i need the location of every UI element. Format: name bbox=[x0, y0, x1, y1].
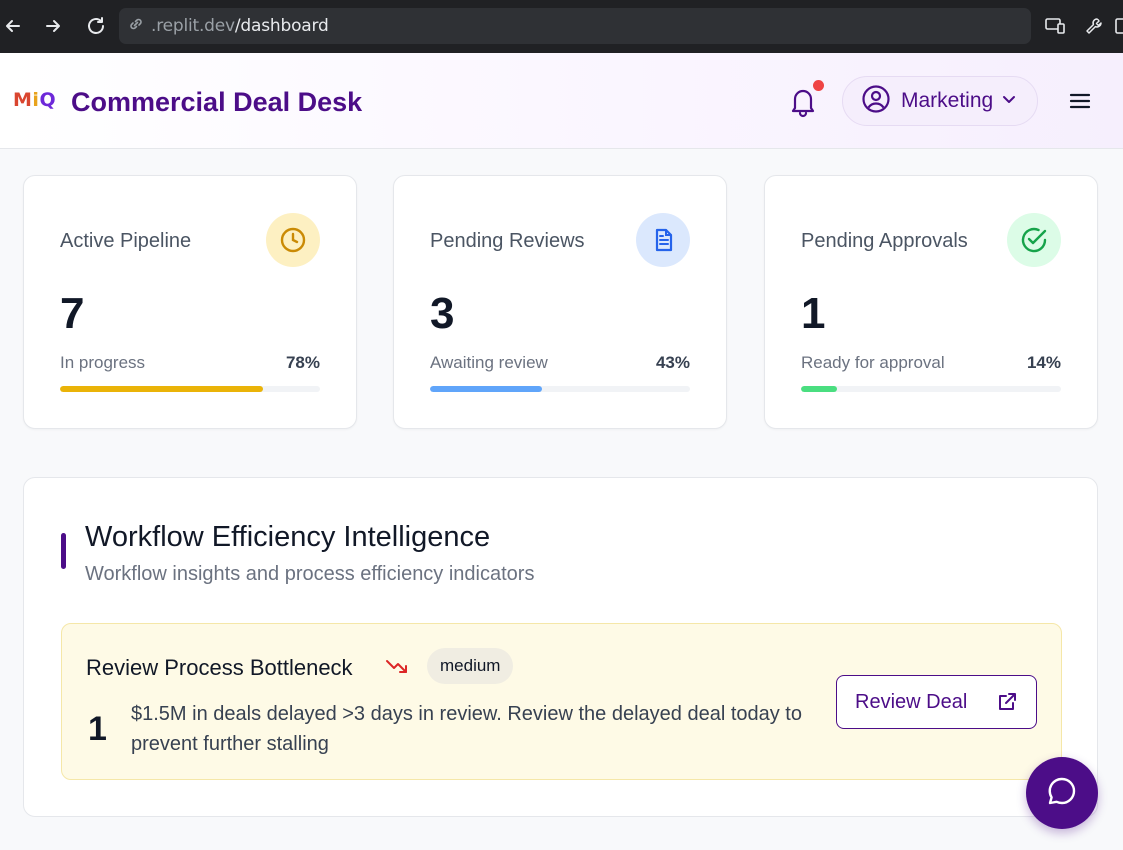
app-title: Commercial Deal Desk bbox=[71, 87, 363, 117]
progress-fill bbox=[60, 386, 263, 392]
check-circle-icon bbox=[1007, 213, 1061, 267]
trending-down-icon bbox=[385, 656, 409, 676]
severity-badge: medium bbox=[427, 648, 514, 684]
review-deal-button[interactable]: Review Deal bbox=[836, 675, 1037, 729]
clock-icon bbox=[266, 213, 320, 267]
review-deal-label: Review Deal bbox=[855, 690, 968, 713]
notification-badge bbox=[813, 80, 824, 91]
progress-track bbox=[60, 386, 320, 392]
reload-icon[interactable] bbox=[83, 13, 109, 39]
logo-letter-m: M bbox=[13, 89, 33, 111]
url-path: /dashboard bbox=[234, 16, 329, 36]
alert-message: $1.5M in deals delayed >3 days in review… bbox=[131, 703, 802, 755]
external-link-icon bbox=[996, 691, 1018, 713]
chat-bubble-icon bbox=[1045, 774, 1079, 813]
chat-button[interactable] bbox=[1026, 757, 1098, 829]
alert-title: Review Process Bottleneck bbox=[86, 655, 353, 680]
stat-percent: 14% bbox=[1026, 353, 1061, 372]
stat-card-pending-approvals[interactable]: Pending Approvals 1 Ready for approval 1… bbox=[764, 175, 1098, 429]
stat-percent: 43% bbox=[655, 353, 690, 372]
section-subtitle: Workflow insights and process efficiency… bbox=[85, 563, 535, 585]
menu-icon[interactable] bbox=[1068, 90, 1092, 112]
stat-percent: 78% bbox=[285, 353, 320, 372]
user-circle-icon bbox=[861, 84, 891, 119]
link-icon bbox=[127, 15, 145, 38]
workflow-efficiency-panel: Workflow Efficiency Intelligence Workflo… bbox=[23, 477, 1098, 817]
stat-subtitle: Ready for approval bbox=[801, 353, 945, 372]
progress-fill bbox=[801, 386, 838, 392]
section-accent-bar bbox=[61, 533, 66, 569]
stat-label: Active Pipeline bbox=[60, 230, 192, 252]
wrench-icon[interactable] bbox=[1081, 13, 1107, 39]
url-host: .replit.dev bbox=[151, 16, 235, 36]
role-label: Marketing bbox=[901, 89, 994, 112]
stat-value: 7 bbox=[60, 289, 85, 338]
stat-card-pending-reviews[interactable]: Pending Reviews 3 Awaiting review 43% bbox=[393, 175, 727, 429]
role-selector[interactable]: Marketing bbox=[842, 76, 1038, 126]
stat-value: 1 bbox=[801, 289, 826, 338]
stat-label: Pending Reviews bbox=[430, 230, 585, 252]
document-icon bbox=[636, 213, 690, 267]
stat-value: 3 bbox=[430, 289, 455, 338]
bottleneck-alert-card: Review Process Bottleneck medium 1 $1.5M… bbox=[61, 623, 1062, 780]
stat-card-active-pipeline[interactable]: Active Pipeline 7 In progress 78% bbox=[23, 175, 357, 429]
back-icon[interactable] bbox=[0, 13, 26, 39]
miq-logo[interactable]: MiQ bbox=[13, 89, 56, 111]
stat-label: Pending Approvals bbox=[801, 230, 968, 252]
url-text: .replit.dev/dashboard bbox=[151, 16, 329, 36]
address-bar[interactable]: .replit.dev/dashboard bbox=[119, 8, 1031, 44]
progress-track bbox=[430, 386, 690, 392]
forward-icon[interactable] bbox=[40, 13, 66, 39]
app-header: MiQ Commercial Deal Desk Marketing bbox=[0, 53, 1123, 149]
progress-track bbox=[801, 386, 1061, 392]
logo-letter-q: Q bbox=[39, 89, 57, 111]
stat-subtitle: In progress bbox=[60, 353, 146, 372]
section-title: Workflow Efficiency Intelligence bbox=[85, 521, 491, 553]
stat-subtitle: Awaiting review bbox=[430, 353, 548, 372]
progress-fill bbox=[430, 386, 542, 392]
alert-count: 1 bbox=[88, 710, 107, 748]
sidebar-toggle-icon[interactable] bbox=[1114, 13, 1123, 39]
browser-toolbar: .replit.dev/dashboard bbox=[0, 0, 1123, 53]
chevron-down-icon bbox=[1001, 91, 1017, 112]
devices-icon[interactable] bbox=[1042, 13, 1068, 39]
